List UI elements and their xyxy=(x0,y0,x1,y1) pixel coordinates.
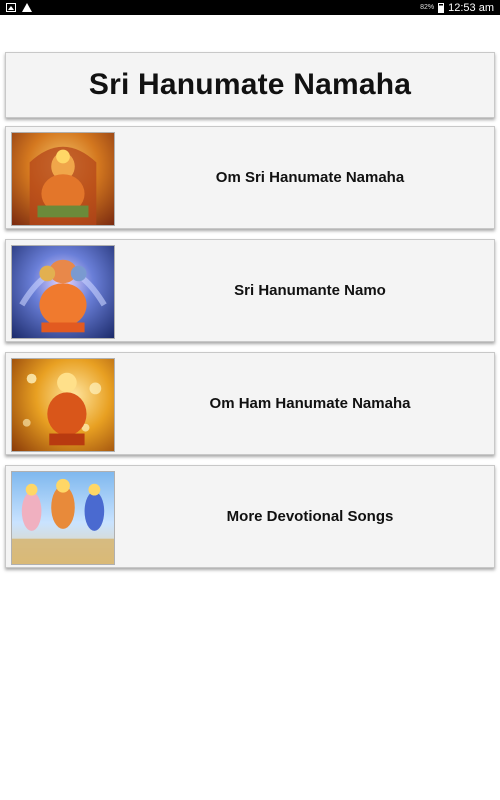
battery-icon xyxy=(438,2,445,13)
warning-icon xyxy=(22,3,32,12)
thumbnail-art xyxy=(12,246,114,338)
list-item-om-sri-hanumate-namaha[interactable]: Om Sri Hanumate Namaha xyxy=(5,126,495,229)
status-bar-left xyxy=(6,0,32,15)
image-notification-icon xyxy=(6,3,16,12)
item-label: Om Sri Hanumate Namaha xyxy=(215,169,405,186)
panchamukhi-hanuman-icon xyxy=(11,245,115,339)
header-card: Sri Hanumate Namaha xyxy=(5,52,495,118)
hanuman-seated-icon xyxy=(11,132,115,226)
item-label: More Devotional Songs xyxy=(226,508,394,525)
battery-percent: 82% xyxy=(420,4,435,11)
hanuman-golden-icon xyxy=(11,358,115,452)
thumbnail-art xyxy=(12,359,114,451)
deities-group-icon xyxy=(11,471,115,565)
item-label: Om Ham Hanumate Namaha xyxy=(209,395,411,412)
clock-time: 12:53 am xyxy=(448,1,494,14)
status-bar-right: 82% 12:53 am xyxy=(420,0,494,15)
list-item-sri-hanumante-namo[interactable]: Sri Hanumante Namo xyxy=(5,239,495,342)
status-bar: 82% 12:53 am xyxy=(0,0,500,15)
list-item-more-devotional-songs[interactable]: More Devotional Songs xyxy=(5,465,495,568)
page-title: Sri Hanumate Namaha xyxy=(88,68,412,101)
item-label: Sri Hanumante Namo xyxy=(234,282,386,299)
thumbnail-art xyxy=(12,472,114,564)
list-item-om-ham-hanumate-namaha[interactable]: Om Ham Hanumate Namaha xyxy=(5,352,495,455)
thumbnail-art xyxy=(12,133,114,225)
